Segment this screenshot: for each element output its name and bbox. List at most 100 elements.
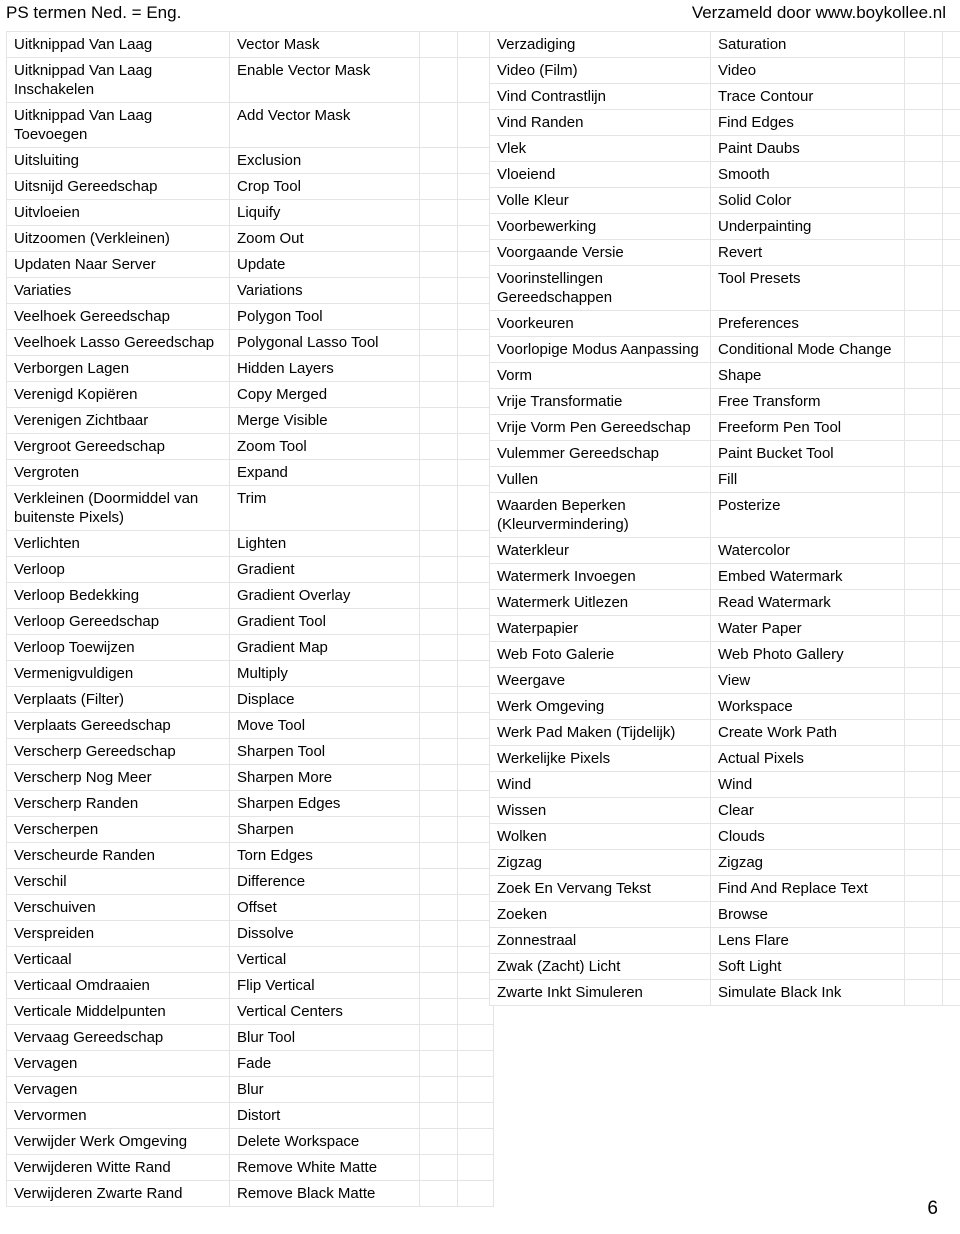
term-en: Smooth — [710, 161, 905, 188]
table-row: Uitsluiting Exclusion — [6, 147, 494, 174]
term-nl: Waarden Beperken (Kleurvermindering) — [489, 492, 711, 538]
table-row: Verticaal Vertical — [6, 946, 494, 973]
spacer-cell — [904, 213, 943, 240]
term-en: Read Watermark — [710, 589, 905, 616]
table-row: Zigzag Zigzag — [489, 849, 960, 876]
spacer-cell — [942, 310, 960, 337]
term-nl: Uitknippad Van Laag Inschakelen — [6, 57, 230, 103]
spacer-cell — [904, 667, 943, 694]
term-en: Move Tool — [229, 712, 420, 739]
term-en: Offset — [229, 894, 420, 921]
term-en: Preferences — [710, 310, 905, 337]
table-row: Verticaal Omdraaien Flip Vertical — [6, 972, 494, 999]
table-row: Uitzoomen (Verkleinen) Zoom Out — [6, 225, 494, 252]
spacer-cell — [904, 492, 943, 538]
spacer-cell — [942, 979, 960, 1006]
table-row: Wissen Clear — [489, 797, 960, 824]
table-row: Verkleinen (Doormiddel van buitenste Pix… — [6, 485, 494, 531]
spacer-cell — [419, 946, 458, 973]
table-row: Voorbewerking Underpainting — [489, 213, 960, 240]
table-row: Verlichten Lighten — [6, 530, 494, 557]
spacer-cell — [419, 381, 458, 408]
term-nl: Vervormen — [6, 1102, 230, 1129]
term-en: View — [710, 667, 905, 694]
term-en: Blur Tool — [229, 1024, 420, 1051]
term-nl: Vullen — [489, 466, 711, 493]
term-en: Trace Contour — [710, 83, 905, 110]
table-row: Verloop Gereedschap Gradient Tool — [6, 608, 494, 635]
table-row: Vrije Vorm Pen Gereedschap Freeform Pen T… — [489, 414, 960, 441]
term-en: Free Transform — [710, 388, 905, 415]
term-en: Zoom Tool — [229, 433, 420, 460]
spacer-cell — [904, 641, 943, 668]
spacer-cell — [942, 466, 960, 493]
spacer-cell — [904, 239, 943, 266]
term-en: Lens Flare — [710, 927, 905, 954]
term-en: Wind — [710, 771, 905, 798]
term-en: Zoom Out — [229, 225, 420, 252]
spacer-cell — [419, 1128, 458, 1155]
term-nl: Vervagen — [6, 1076, 230, 1103]
spacer-cell — [904, 362, 943, 389]
spacer-cell — [419, 634, 458, 661]
spacer-cell — [419, 355, 458, 382]
glossary-table-right-body: Verzadiging Saturation Video (Film) Video … — [489, 31, 960, 1006]
term-en: Solid Color — [710, 187, 905, 214]
table-row: Vermenigvuldigen Multiply — [6, 660, 494, 687]
term-en: Vertical — [229, 946, 420, 973]
spacer-cell — [904, 57, 943, 84]
spacer-cell — [904, 589, 943, 616]
glossary-table-left-body: Uitknippad Van Laag Vector Mask Uitknippa… — [6, 31, 494, 1207]
table-row: Vervaag Gereedschap Blur Tool — [6, 1024, 494, 1051]
term-nl: Voorinstellingen Gereedschappen — [489, 265, 711, 311]
spacer-cell — [419, 459, 458, 486]
spacer-cell — [942, 161, 960, 188]
spacer-cell — [904, 901, 943, 928]
table-row: Verenigd Kopiëren Copy Merged — [6, 381, 494, 408]
table-row: Vlek Paint Daubs — [489, 135, 960, 162]
spacer-cell — [942, 537, 960, 564]
table-row: Watermerk Invoegen Embed Watermark — [489, 563, 960, 590]
spacer-cell — [942, 362, 960, 389]
spacer-cell — [904, 265, 943, 311]
spacer-cell — [942, 797, 960, 824]
term-nl: Verticaal — [6, 946, 230, 973]
spacer-cell — [419, 530, 458, 557]
term-nl: Verlichten — [6, 530, 230, 557]
term-nl: Uitzoomen (Verkleinen) — [6, 225, 230, 252]
term-nl: Vervagen — [6, 1050, 230, 1077]
term-en: Soft Light — [710, 953, 905, 980]
table-row: Werkelijke Pixels Actual Pixels — [489, 745, 960, 772]
table-row: Video (Film) Video — [489, 57, 960, 84]
table-row: Verborgen Lagen Hidden Layers — [6, 355, 494, 382]
term-nl: Vermenigvuldigen — [6, 660, 230, 687]
term-nl: Verloop Bedekking — [6, 582, 230, 609]
term-nl: Verscherp Gereedschap — [6, 738, 230, 765]
term-nl: Waterkleur — [489, 537, 711, 564]
term-nl: Volle Kleur — [489, 187, 711, 214]
term-en: Difference — [229, 868, 420, 895]
table-row: Verplaats Gereedschap Move Tool — [6, 712, 494, 739]
spacer-cell — [942, 414, 960, 441]
spacer-cell — [457, 1050, 494, 1077]
table-row: Uitvloeien Liquify — [6, 199, 494, 226]
term-nl: Vorm — [489, 362, 711, 389]
term-nl: Uitvloeien — [6, 199, 230, 226]
table-row: Verticale Middelpunten Vertical Centers — [6, 998, 494, 1025]
term-nl: Verloop Gereedschap — [6, 608, 230, 635]
spacer-cell — [942, 83, 960, 110]
term-en: Find Edges — [710, 109, 905, 136]
spacer-cell — [904, 771, 943, 798]
table-row: Werk Omgeving Workspace — [489, 693, 960, 720]
spacer-cell — [419, 1102, 458, 1129]
spacer-cell — [904, 31, 943, 58]
table-row: Voorgaande Versie Revert — [489, 239, 960, 266]
term-nl: Wind — [489, 771, 711, 798]
term-en: Enable Vector Mask — [229, 57, 420, 103]
spacer-cell — [419, 894, 458, 921]
term-en: Simulate Black Ink — [710, 979, 905, 1006]
term-nl: Updaten Naar Server — [6, 251, 230, 278]
term-en: Variations — [229, 277, 420, 304]
table-row: Uitknippad Van Laag Toevoegen Add Vector … — [6, 102, 494, 148]
term-en: Embed Watermark — [710, 563, 905, 590]
